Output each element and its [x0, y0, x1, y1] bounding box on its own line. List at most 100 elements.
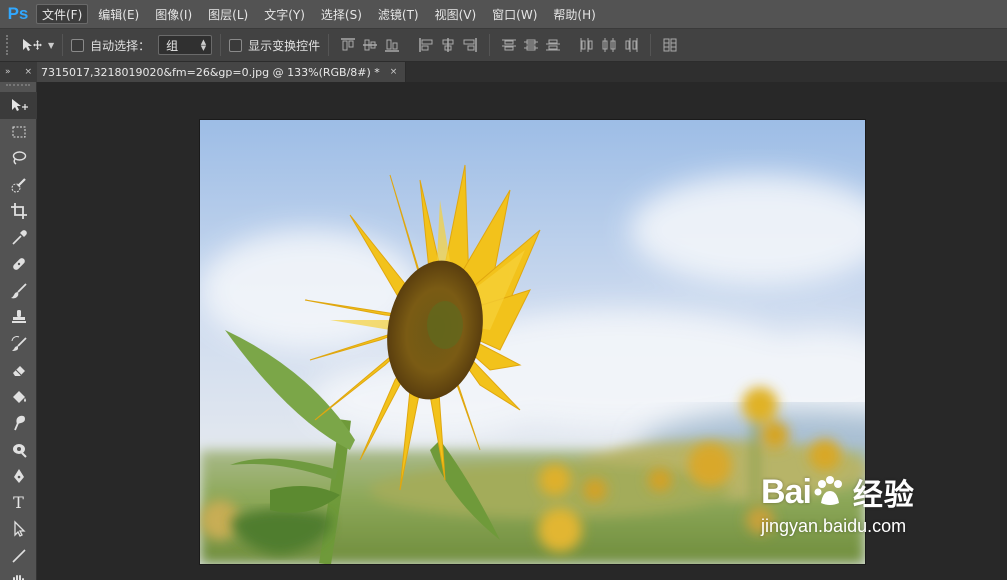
dodge-icon: [12, 443, 27, 458]
align-top-edges-button[interactable]: [337, 35, 359, 55]
distribute-hcenter-button[interactable]: [598, 35, 620, 55]
toolbox: T: [0, 82, 37, 580]
align-bottom-icon: [385, 39, 400, 52]
align-right-icon: [463, 38, 477, 52]
distribute-right-icon: [625, 38, 638, 52]
pen-tool[interactable]: [0, 463, 37, 490]
paw-icon: [814, 476, 842, 505]
show-transform-label: 显示变换控件: [248, 38, 321, 53]
menu-view[interactable]: 视图(V): [429, 4, 483, 24]
marquee-tool[interactable]: [0, 119, 37, 146]
eyedropper-icon: [11, 229, 27, 245]
distribute-top-button[interactable]: [498, 35, 520, 55]
baidu-jingyan-watermark: Bai 经验 jingyan.baidu.com: [761, 470, 951, 560]
move-tool-icon: [23, 39, 42, 51]
align-buttons: [337, 35, 403, 55]
close-icon[interactable]: ×: [390, 67, 398, 77]
document-tab-bar: » × 7315017,3218019020&fm=26&gp=0.jpg @ …: [0, 62, 1007, 82]
smudge-tool[interactable]: [0, 410, 37, 437]
photoshop-logo: Ps: [7, 4, 29, 23]
menu-bar: Ps 文件(F) 编辑(E) 图像(I) 图层(L) 文字(Y) 选择(S) 滤…: [0, 0, 1007, 29]
eraser-icon: [12, 366, 25, 377]
align-top-icon: [341, 38, 356, 51]
close-panel-icon[interactable]: ×: [24, 67, 32, 77]
brush-tool[interactable]: [0, 278, 37, 305]
collapse-panel-icon[interactable]: »: [5, 67, 11, 77]
distribute-vcenter-button[interactable]: [520, 35, 542, 55]
crop-tool[interactable]: [0, 198, 37, 225]
distribute-left-button[interactable]: [576, 35, 598, 55]
distribute-buttons-horizontal: [576, 35, 642, 55]
updown-arrows-icon: ▲ ▼: [200, 38, 207, 52]
rectangular-marquee-icon: [12, 126, 25, 138]
chevron-down-icon: ▼: [48, 40, 55, 50]
clone-stamp-tool[interactable]: [0, 304, 37, 331]
path-selection-tool[interactable]: [0, 516, 37, 543]
menu-image[interactable]: 图像(I): [149, 4, 198, 24]
brush-icon: [10, 283, 27, 299]
watermark-url: jingyan.baidu.com: [761, 516, 907, 536]
menu-file[interactable]: 文件(F): [36, 4, 89, 24]
auto-select-target-dropdown[interactable]: 组 ▲ ▼: [158, 35, 213, 55]
align-left-icon: [419, 38, 433, 52]
divider: [650, 34, 652, 56]
menu-type[interactable]: 文字(Y): [258, 4, 311, 24]
tool-preset-picker[interactable]: ▼: [22, 38, 54, 52]
history-brush-icon: [11, 335, 27, 351]
show-transform-checkbox[interactable]: [229, 38, 243, 52]
move-tool[interactable]: [0, 92, 37, 119]
align-left-edges-button[interactable]: [415, 35, 437, 55]
menu-edit[interactable]: 编辑(E): [92, 4, 145, 24]
watermark-logo-right: 经验: [852, 479, 915, 512]
align-hcenter-icon: [442, 38, 454, 52]
quick-selection-tool[interactable]: [0, 172, 37, 199]
distribute-bottom-icon: [546, 39, 561, 51]
distribute-right-button[interactable]: [620, 35, 642, 55]
distribute-left-icon: [580, 38, 593, 52]
options-bar: ▼ 自动选择： 组 ▲ ▼ 显示变换控件: [0, 29, 1007, 62]
align-horizontal-centers-button[interactable]: [437, 35, 459, 55]
align-right-edges-button[interactable]: [459, 35, 481, 55]
document-tab-title: 7315017,3218019020&fm=26&gp=0.jpg @ 133%…: [41, 65, 380, 79]
paint-bucket-tool[interactable]: [0, 384, 37, 411]
align-bottom-edges-button[interactable]: [381, 35, 403, 55]
document-tab[interactable]: 7315017,3218019020&fm=26&gp=0.jpg @ 133%…: [37, 62, 407, 82]
eraser-tool[interactable]: [0, 357, 37, 384]
lasso-tool[interactable]: [0, 145, 37, 172]
move-icon: [11, 99, 28, 112]
paint-bucket-icon: [12, 390, 26, 403]
distribute-hcenter-icon: [602, 38, 616, 52]
auto-select-checkbox[interactable]: [71, 38, 85, 52]
distribute-top-icon: [502, 39, 517, 51]
type-tool[interactable]: T: [0, 490, 37, 517]
hand-tool[interactable]: [0, 569, 37, 580]
lasso-icon: [12, 151, 26, 165]
menu-window[interactable]: 窗口(W): [486, 4, 543, 24]
toolbox-header: » ×: [0, 62, 37, 82]
baidu-logo: Bai 经验: [761, 470, 951, 514]
menu-filter[interactable]: 滤镜(T): [372, 4, 425, 24]
history-brush-tool[interactable]: [0, 331, 37, 358]
menu-help[interactable]: 帮助(H): [547, 4, 601, 24]
bandage-icon: [12, 258, 25, 271]
distribute-buttons-vertical: [498, 35, 564, 55]
path-selection-icon: [13, 520, 26, 538]
line-tool[interactable]: [0, 543, 37, 570]
toolbox-grip[interactable]: [6, 84, 30, 90]
align-vertical-centers-button[interactable]: [359, 35, 381, 55]
distribute-bottom-button[interactable]: [542, 35, 564, 55]
menu-select[interactable]: 选择(S): [315, 4, 368, 24]
align-buttons-horizontal: [415, 35, 481, 55]
align-vcenter-icon: [363, 39, 378, 51]
type-icon: T: [13, 493, 24, 513]
eyedropper-tool[interactable]: [0, 225, 37, 252]
pen-icon: [13, 469, 24, 484]
healing-brush-tool[interactable]: [0, 251, 37, 278]
auto-align-layers-button[interactable]: [659, 35, 681, 55]
watermark-logo-left: Bai: [761, 472, 812, 511]
options-bar-grip[interactable]: [6, 35, 12, 55]
dodge-tool[interactable]: [0, 437, 37, 464]
divider: [489, 34, 491, 56]
menu-layer[interactable]: 图层(L): [202, 4, 254, 24]
divider: [62, 34, 64, 56]
